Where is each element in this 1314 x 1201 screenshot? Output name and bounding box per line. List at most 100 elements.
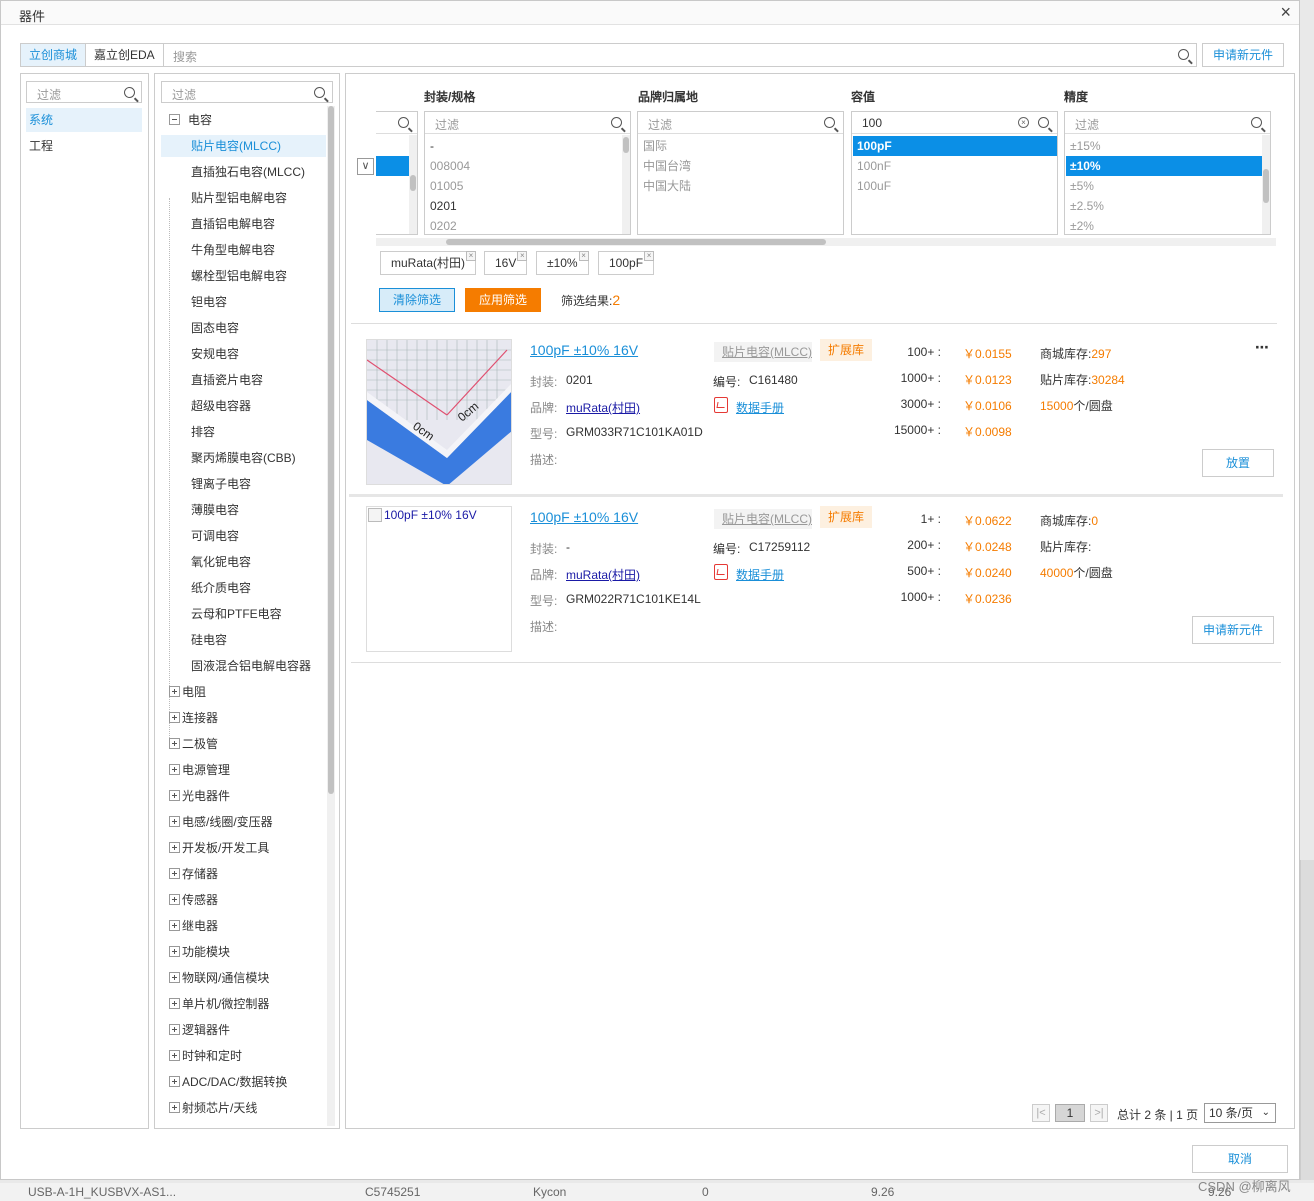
scrollbar-thumb[interactable] [623,137,629,153]
expand-icon[interactable] [169,816,180,827]
expand-icon[interactable] [169,1102,180,1113]
filter-option[interactable]: ±2.5% [1066,196,1262,216]
tree-subnode[interactable]: 固态电容 [161,317,326,339]
chip-close-icon[interactable]: × [466,251,477,261]
tree-subnode[interactable]: 直插瓷片电容 [161,369,326,391]
datasheet-link[interactable]: 数据手册 [736,399,784,416]
tree-subnode[interactable]: 贴片电容(MLCC) [161,135,326,157]
request-new-part-button[interactable]: 申请新元件 [1202,43,1284,67]
filter-option[interactable]: 100nF [853,156,1057,176]
expand-icon[interactable] [169,790,180,801]
expand-icon[interactable] [169,686,180,697]
filter-chip[interactable]: ±10% × [536,251,589,275]
tree-subnode[interactable]: 直插铝电解电容 [161,213,326,235]
filter-column-input[interactable]: 过滤 [425,112,630,134]
clear-filter-button[interactable]: 清除筛选 [379,288,455,312]
tree-node-capacitor[interactable]: 电容 [161,109,326,131]
tree-subnode[interactable]: 云母和PTFE电容 [161,603,326,625]
expand-icon[interactable] [169,764,180,775]
collapse-icon[interactable] [169,114,180,125]
expand-icon[interactable] [169,738,180,749]
tree-node-category[interactable]: 电阻 [161,681,326,703]
tree-node-category[interactable]: 二极管 [161,733,326,755]
category-badge[interactable]: 贴片电容(MLCC) [714,509,812,529]
library-item-system[interactable]: 系统 [26,108,142,132]
tree-subnode[interactable]: 钽电容 [161,291,326,313]
filter-option[interactable]: 0201 [426,196,622,216]
tree-node-category[interactable]: 电感/线圈/变压器 [161,811,326,833]
partial-filter-input[interactable] [376,112,417,134]
tree-subnode[interactable]: 排容 [161,421,326,443]
expand-icon[interactable] [169,1076,180,1087]
current-page[interactable]: 1 [1055,1104,1085,1122]
category-badge[interactable]: 贴片电容(MLCC) [714,342,812,362]
tree-subnode[interactable]: 固液混合铝电解电容器 [161,655,326,677]
expand-icon[interactable] [169,842,180,853]
clear-input-icon[interactable]: × [1018,117,1029,128]
tree-node-category[interactable]: 开发板/开发工具 [161,837,326,859]
tree-node-category[interactable]: 射频芯片/天线 [161,1097,326,1119]
chip-close-icon[interactable]: × [517,251,528,261]
filters-horizontal-scrollbar[interactable] [376,238,1276,246]
request-new-part-button[interactable]: 申请新元件 [1192,616,1274,644]
library-filter-input[interactable]: 过滤 [26,81,142,103]
chip-close-icon[interactable]: × [578,251,589,261]
filter-option[interactable]: 中国台湾 [639,156,843,176]
tree-subnode[interactable]: 硅电容 [161,629,326,651]
filter-scrollbar[interactable] [1262,135,1270,234]
tree-subnode[interactable]: 聚丙烯膜电容(CBB) [161,447,326,469]
partial-column-scrollbar[interactable] [409,135,417,234]
tree-subnode[interactable]: 氧化铌电容 [161,551,326,573]
filter-column-input[interactable]: 100 × [852,112,1057,134]
filter-option[interactable]: 0202 [426,216,622,234]
tree-node-category[interactable]: 逻辑器件 [161,1019,326,1041]
tree-node-category[interactable]: 传感器 [161,889,326,911]
tree-subnode[interactable]: 贴片型铝电解电容 [161,187,326,209]
tree-node-category[interactable]: 光电器件 [161,785,326,807]
filter-option[interactable]: 01005 [426,176,622,196]
apply-filter-button[interactable]: 应用筛选 [465,288,541,312]
tree-node-category[interactable]: 功能模块 [161,941,326,963]
filter-chip[interactable]: 16V × [484,251,528,275]
first-page-icon[interactable]: |< [1032,1104,1050,1122]
tree-node-category[interactable]: 连接器 [161,707,326,729]
product-title-link[interactable]: 100pF ±10% 16V [530,342,638,358]
tree-scrollbar[interactable] [327,106,335,1126]
filter-column-input[interactable]: 过滤 [1065,112,1270,134]
filter-column-input[interactable]: 过滤 [638,112,843,134]
tree-node-category[interactable]: 时钟和定时 [161,1045,326,1067]
more-options-icon[interactable]: ⋯ [1255,339,1270,356]
search-icon[interactable] [1178,49,1189,60]
tree-subnode[interactable]: 牛角型电解电容 [161,239,326,261]
tree-subnode[interactable]: 锂离子电容 [161,473,326,495]
expand-icon[interactable] [169,920,180,931]
place-button[interactable]: 放置 [1202,449,1274,477]
tree-node-category[interactable]: ADC/DAC/数据转换 [161,1071,326,1093]
chevron-down-icon[interactable]: ∨ [357,158,374,175]
scrollbar-thumb[interactable] [1263,169,1269,203]
filter-chip[interactable]: 100pF × [598,251,655,275]
filter-option[interactable]: 100pF [853,136,1057,156]
filter-option[interactable]: 100uF [853,176,1057,196]
expand-icon[interactable] [169,1050,180,1061]
last-page-icon[interactable]: >| [1090,1104,1108,1122]
datasheet-link[interactable]: 数据手册 [736,566,784,583]
expand-icon[interactable] [169,894,180,905]
tree-node-category[interactable]: 电源管理 [161,759,326,781]
tree-node-category[interactable]: 单片机/微控制器 [161,993,326,1015]
tree-scrollbar-thumb[interactable] [328,106,334,794]
partial-selected-option[interactable] [376,156,409,176]
tab-jlc-eda[interactable]: 嘉立创EDA [86,44,164,66]
tree-subnode[interactable]: 直插独石电容(MLCC) [161,161,326,183]
tree-subnode[interactable]: 可调电容 [161,525,326,547]
expand-icon[interactable] [169,972,180,983]
tree-subnode[interactable]: 超级电容器 [161,395,326,417]
page-size-select[interactable]: 10 条/页 ⌄ [1204,1103,1276,1123]
filter-option[interactable]: ±10% [1066,156,1262,176]
search-input[interactable]: 搜索 [173,48,197,65]
filter-chip[interactable]: muRata(村田) × [380,251,477,275]
filter-scrollbar[interactable] [622,135,630,234]
tab-lcsc-mall[interactable]: 立创商城 [21,44,87,66]
filter-option[interactable]: 中国大陆 [639,176,843,196]
library-item-project[interactable]: 工程 [26,134,142,158]
